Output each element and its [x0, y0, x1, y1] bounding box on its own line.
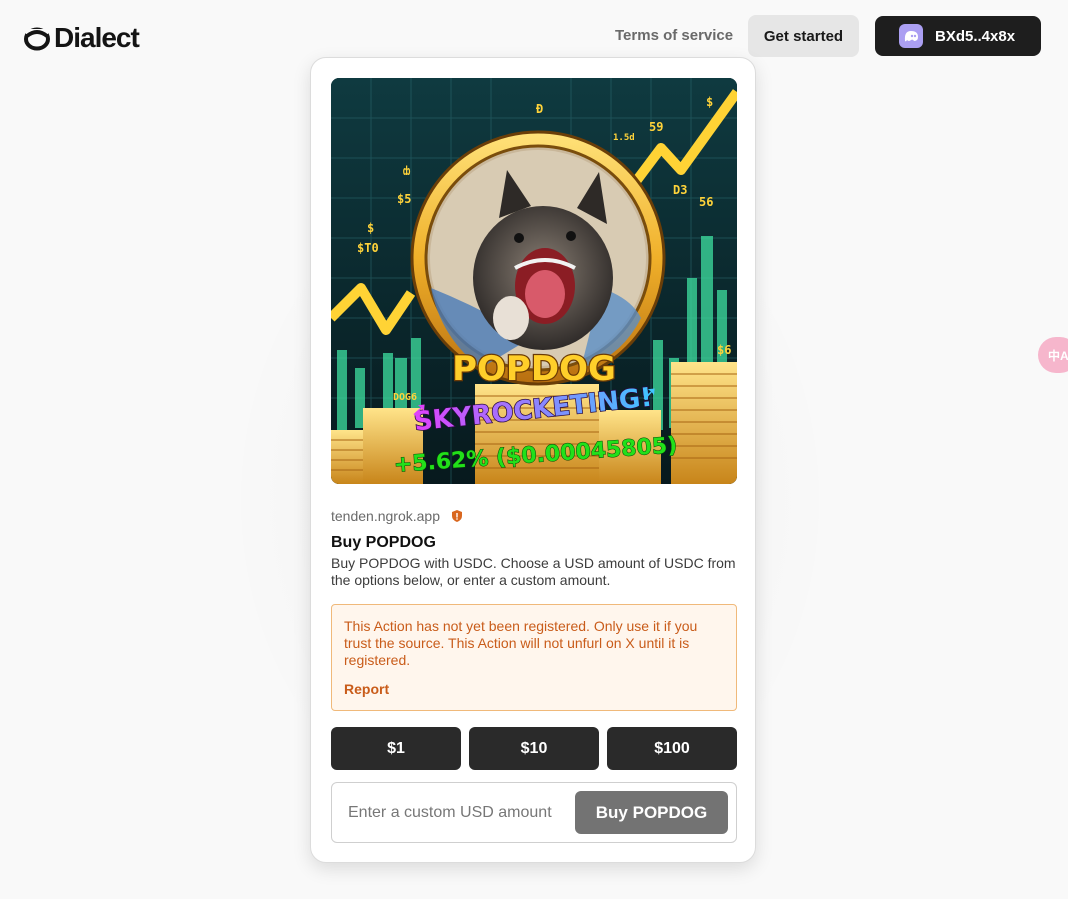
svg-text:$5: $5	[397, 192, 411, 206]
action-domain: tenden.ngrok.app	[331, 508, 440, 524]
logo-text: Dialect	[54, 22, 140, 53]
svg-text:$T0: $T0	[357, 241, 379, 255]
phantom-ghost-icon	[899, 24, 923, 48]
terms-of-service-link[interactable]: Terms of service	[615, 27, 733, 44]
wallet-address: BXd5..4x8x	[935, 27, 1016, 45]
svg-text:56: 56	[699, 195, 713, 209]
action-card: Đ $ 59 1.5d D3 56 $5 ȸ $T0 $ $6 DOG6 POP…	[310, 57, 756, 863]
svg-text:D3: D3	[673, 183, 687, 197]
chart-tag: Đ	[536, 102, 543, 116]
get-started-button[interactable]: Get started	[748, 15, 859, 57]
action-title: Buy POPDOG	[331, 534, 436, 551]
buy-button[interactable]: Buy POPDOG	[575, 791, 728, 834]
rocket-icon: ➚	[641, 383, 658, 405]
action-description: Buy POPDOG with USDC. Choose a USD amoun…	[331, 555, 736, 588]
shield-warning-icon[interactable]	[450, 509, 464, 523]
custom-amount-input[interactable]	[348, 803, 575, 822]
amount-options: $1 $10 $100	[331, 727, 737, 770]
report-link[interactable]: Report	[344, 681, 724, 697]
amount-1-button[interactable]: $1	[331, 727, 461, 770]
image-headline: POPDOG	[452, 349, 616, 389]
svg-text:$: $	[706, 95, 713, 109]
amount-100-button[interactable]: $100	[607, 727, 737, 770]
dialect-logo-icon	[24, 25, 50, 51]
dog-illustration	[430, 150, 646, 368]
svg-text:59: 59	[649, 120, 663, 134]
wallet-button[interactable]: BXd5..4x8x	[875, 16, 1041, 56]
svg-text:$6: $6	[717, 343, 731, 357]
svg-text:ȸ: ȸ	[403, 164, 411, 178]
translate-icon[interactable]: 中A	[1038, 337, 1068, 373]
dialect-logo[interactable]: Dialect	[24, 22, 140, 54]
custom-amount-form: Buy POPDOG	[331, 782, 737, 843]
svg-text:$: $	[367, 221, 374, 235]
action-image: Đ $ 59 1.5d D3 56 $5 ȸ $T0 $ $6 DOG6 POP…	[331, 78, 737, 484]
warning-text: This Action has not yet been registered.…	[344, 618, 698, 668]
action-source: tenden.ngrok.app	[331, 508, 464, 524]
rocket-icon: ➚	[411, 399, 428, 421]
unregistered-warning: This Action has not yet been registered.…	[331, 604, 737, 711]
amount-10-button[interactable]: $10	[469, 727, 599, 770]
svg-text:1.5d: 1.5d	[613, 133, 635, 143]
